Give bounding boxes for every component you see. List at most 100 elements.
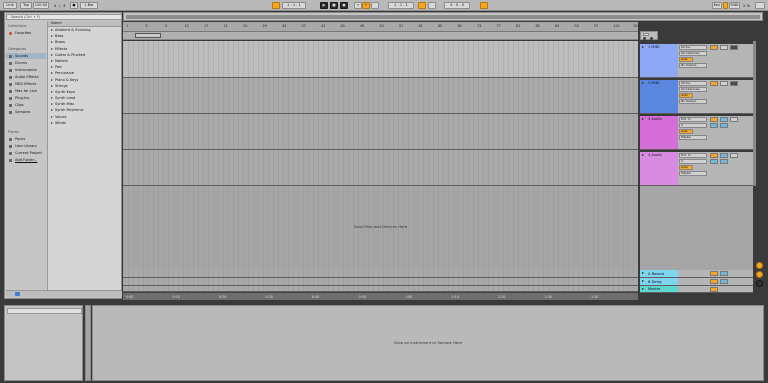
device-view-selector[interactable] — [85, 305, 91, 381]
preview-toggle-icon[interactable] — [15, 292, 20, 296]
audio-to-select[interactable]: Master — [679, 171, 707, 176]
track-activator-button[interactable] — [710, 117, 718, 122]
expand-triangle-icon[interactable] — [51, 84, 53, 87]
category-drums[interactable]: Drums — [6, 60, 46, 66]
add-icon[interactable] — [643, 37, 646, 40]
time-ruler[interactable]: 0:00 0:10 0:20 0:30 0:40 0:50 1:00 1:10 1:20 1:30… — [123, 292, 638, 300]
arm-button[interactable] — [730, 153, 738, 158]
song-position-field[interactable]: 1 . 1 . 1 — [282, 2, 306, 9]
browser-item[interactable]: Winds — [48, 120, 121, 126]
solo-button[interactable] — [720, 279, 728, 284]
tempo-field[interactable]: 120.00 — [33, 2, 49, 9]
category-clips[interactable]: Clips — [6, 102, 46, 108]
expand-triangle-icon[interactable] — [51, 29, 53, 31]
send-b-knob[interactable] — [720, 123, 728, 128]
midi-to-select[interactable]: No Output — [679, 99, 707, 104]
tap-button[interactable]: Tap — [20, 2, 32, 9]
expand-triangle-icon[interactable] — [51, 53, 53, 56]
midi-from-select[interactable]: All Ins — [679, 81, 707, 86]
return-track-header-a[interactable]: A Reverb — [640, 270, 753, 278]
loop-start-field[interactable]: 1 . 1 . 1 — [388, 2, 414, 9]
place-user-library[interactable]: User Library — [6, 143, 46, 149]
solo-button[interactable] — [720, 117, 728, 122]
arm-button[interactable] — [730, 45, 738, 50]
track-activator-button[interactable] — [710, 153, 718, 158]
place-add-folder[interactable]: Add Folder... — [6, 157, 46, 163]
expand-triangle-icon[interactable] — [51, 115, 53, 118]
track-header-1[interactable]: 1 MIDI All Ins All Channels Auto No Outp… — [640, 44, 753, 78]
clip-view-header[interactable] — [7, 308, 82, 314]
track-name-2[interactable]: 2 MIDI — [640, 80, 678, 113]
expand-triangle-icon[interactable] — [51, 41, 53, 44]
play-button[interactable]: ▶ — [320, 2, 328, 9]
category-instruments[interactable]: Instruments — [6, 67, 46, 73]
beat-time-ruler[interactable]: 1 5 9 13 17 21 25 29 33 37 41 45 49 53 57 61 65 69 73 77 81 8… — [123, 22, 639, 32]
track-lane-3[interactable] — [123, 114, 638, 150]
track-activator-button[interactable] — [710, 81, 718, 86]
track-lane-1[interactable] — [123, 41, 638, 78]
show-hide-icon[interactable] — [756, 280, 763, 287]
meter-numerator[interactable]: 4 — [54, 2, 56, 9]
expand-triangle-icon[interactable] — [51, 47, 53, 50]
punch-in-button[interactable] — [428, 2, 436, 9]
master-name[interactable]: Master — [640, 286, 678, 292]
track-lane-4[interactable] — [123, 150, 638, 186]
place-current-project[interactable]: Current Project — [6, 150, 46, 156]
browser-search-input[interactable]: Search (Ctrl + F) — [6, 14, 122, 20]
track-header-4[interactable]: 4 Audio Ext. In 2 Auto Master — [640, 152, 753, 186]
device-view-panel[interactable]: Drop an Instrument or Sample Here — [92, 305, 764, 381]
track-header-2[interactable]: 2 MIDI All Ins All Channels Auto No Outp… — [640, 80, 753, 114]
arrangement-drop-area[interactable]: Drop Files and Devices Here — [123, 186, 638, 270]
zoom-out-icon[interactable] — [756, 271, 763, 278]
settings-icon[interactable] — [650, 37, 653, 40]
audio-from-select[interactable]: Ext. In — [679, 153, 707, 158]
solo-button[interactable] — [720, 153, 728, 158]
return-lane-b[interactable] — [123, 278, 638, 286]
place-packs[interactable]: Packs — [6, 136, 46, 142]
set-button[interactable] — [643, 33, 649, 36]
send-a-knob[interactable] — [710, 123, 718, 128]
stop-button[interactable]: ■ — [330, 2, 338, 9]
expand-triangle-icon[interactable] — [51, 97, 53, 100]
return-name-b[interactable]: B Delay — [640, 278, 678, 285]
collection-favorites[interactable]: Favorites — [6, 30, 46, 36]
track-name-1[interactable]: 1 MIDI — [640, 44, 678, 77]
expand-triangle-icon[interactable] — [51, 78, 53, 81]
monitor-auto-button[interactable]: Auto — [679, 57, 693, 62]
audio-to-select[interactable]: Master — [679, 135, 707, 140]
arm-button[interactable] — [730, 81, 738, 86]
track-scrollbar[interactable] — [753, 41, 756, 186]
zoom-in-icon[interactable] — [756, 262, 763, 269]
midi-from-select[interactable]: All Ins — [679, 45, 707, 50]
master-track-header[interactable]: Master — [640, 286, 753, 293]
track-activator-button[interactable] — [710, 271, 718, 276]
send-a-knob[interactable] — [710, 159, 718, 164]
loop-switch[interactable] — [418, 2, 426, 9]
category-max-for-live[interactable]: Max for Live — [6, 88, 46, 94]
send-b-knob[interactable] — [720, 159, 728, 164]
draw-mode-button[interactable] — [480, 2, 488, 9]
category-sounds[interactable]: Sounds — [6, 53, 46, 59]
automation-arm-button[interactable]: ✎ — [362, 2, 370, 9]
expand-triangle-icon[interactable] — [51, 35, 53, 38]
category-samples[interactable]: Samples — [6, 109, 46, 115]
loop-bar[interactable] — [123, 32, 638, 40]
midi-channel-select[interactable]: All Channels — [679, 51, 707, 56]
metronome-interval-select[interactable]: 1 Bar — [80, 2, 98, 9]
track-lane-2[interactable] — [123, 78, 638, 114]
category-plug-ins[interactable]: Plug-Ins — [6, 95, 46, 101]
return-lane-a[interactable] — [123, 270, 638, 278]
expand-triangle-icon[interactable] — [51, 72, 53, 75]
audio-from-select[interactable]: Ext. In — [679, 117, 707, 122]
expand-triangle-icon[interactable] — [51, 109, 53, 112]
expand-triangle-icon[interactable] — [51, 90, 53, 93]
input-channel-select[interactable]: 2 — [679, 159, 707, 164]
midi-to-select[interactable]: No Output — [679, 63, 707, 68]
key-map-button[interactable]: Key — [712, 2, 722, 9]
arrangement-overview[interactable] — [123, 12, 763, 21]
solo-button[interactable] — [720, 81, 728, 86]
record-button[interactable]: ● — [340, 2, 348, 9]
track-header-3[interactable]: 3 Audio Ext. In 1 Auto Master — [640, 116, 753, 150]
track-name-4[interactable]: 4 Audio — [640, 152, 678, 185]
track-name-3[interactable]: 3 Audio — [640, 116, 678, 149]
